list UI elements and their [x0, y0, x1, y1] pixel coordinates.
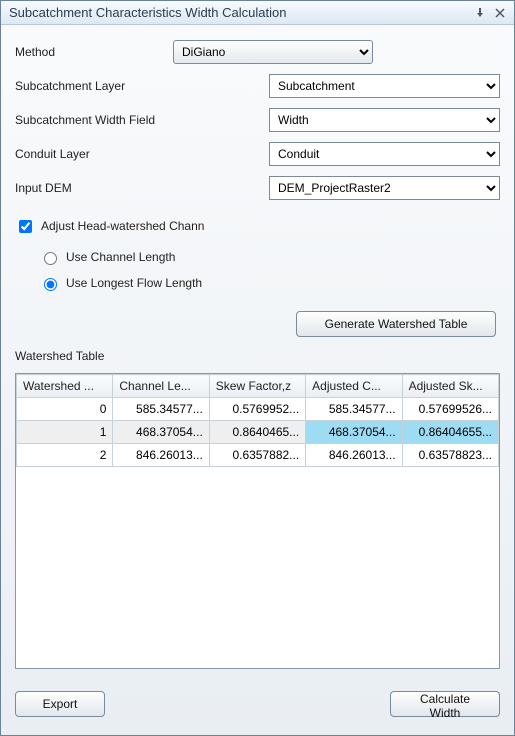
- subcatchment-width-field-combo[interactable]: Width: [269, 108, 500, 132]
- col-header[interactable]: Channel Le...: [113, 375, 209, 398]
- table-cell[interactable]: 0.5769952...: [209, 398, 305, 421]
- pin-icon[interactable]: [472, 5, 488, 21]
- use-longest-flow-length-label: Use Longest Flow Length: [66, 276, 202, 290]
- generate-watershed-table-button[interactable]: Generate Watershed Table: [296, 311, 496, 337]
- input-dem-label: Input DEM: [15, 181, 261, 195]
- col-header[interactable]: Skew Factor,z: [209, 375, 305, 398]
- watershed-table-label: Watershed Table: [15, 349, 500, 363]
- col-header[interactable]: Adjusted Sk...: [402, 375, 498, 398]
- length-mode-radio-group: Use Channel Length Use Longest Flow Leng…: [39, 249, 500, 291]
- method-label: Method: [15, 45, 165, 59]
- use-channel-length-row[interactable]: Use Channel Length: [39, 249, 500, 265]
- conduit-layer-label: Conduit Layer: [15, 147, 261, 161]
- table-cell[interactable]: 0.57699526...: [402, 398, 498, 421]
- table-cell[interactable]: 0: [17, 398, 113, 421]
- col-header[interactable]: Watershed ...: [17, 375, 113, 398]
- table-cell[interactable]: 468.37054...: [306, 421, 402, 444]
- table-cell[interactable]: 0.86404655...: [402, 421, 498, 444]
- use-longest-flow-length-radio[interactable]: [44, 278, 57, 291]
- table-cell[interactable]: 0.8640465...: [209, 421, 305, 444]
- table-row[interactable]: 1468.37054...0.8640465...468.37054...0.8…: [17, 421, 499, 444]
- adjust-head-checkbox[interactable]: [19, 220, 32, 233]
- table-cell[interactable]: 0.6357882...: [209, 444, 305, 467]
- calculate-width-button[interactable]: Calculate Width: [390, 691, 500, 717]
- table-cell[interactable]: 846.26013...: [113, 444, 209, 467]
- table-cell[interactable]: 846.26013...: [306, 444, 402, 467]
- content-area: Method DiGiano Subcatchment Layer Subcat…: [1, 25, 514, 735]
- table-cell[interactable]: 585.34577...: [113, 398, 209, 421]
- conduit-layer-combo[interactable]: Conduit: [269, 142, 500, 166]
- table-row[interactable]: 2846.26013...0.6357882...846.26013...0.6…: [17, 444, 499, 467]
- panel-window: Subcatchment Characteristics Width Calcu…: [0, 0, 515, 736]
- titlebar: Subcatchment Characteristics Width Calcu…: [1, 1, 514, 25]
- close-icon[interactable]: [492, 5, 508, 21]
- use-longest-flow-length-row[interactable]: Use Longest Flow Length: [39, 275, 500, 291]
- export-button[interactable]: Export: [15, 691, 105, 717]
- table-cell[interactable]: 0.63578823...: [402, 444, 498, 467]
- input-dem-combo[interactable]: DEM_ProjectRaster2: [269, 176, 500, 200]
- table-row[interactable]: 0585.34577...0.5769952...585.34577...0.5…: [17, 398, 499, 421]
- use-channel-length-label: Use Channel Length: [66, 250, 175, 264]
- table-cell[interactable]: 1: [17, 421, 113, 444]
- table-cell[interactable]: 2: [17, 444, 113, 467]
- subcatchment-width-field-label: Subcatchment Width Field: [15, 113, 261, 127]
- watershed-table[interactable]: Watershed ... Channel Le... Skew Factor,…: [16, 374, 499, 467]
- table-cell[interactable]: 468.37054...: [113, 421, 209, 444]
- subcatchment-layer-combo[interactable]: Subcatchment: [269, 74, 500, 98]
- table-header-row: Watershed ... Channel Le... Skew Factor,…: [17, 375, 499, 398]
- col-header[interactable]: Adjusted C...: [306, 375, 402, 398]
- method-combo[interactable]: DiGiano: [173, 40, 373, 64]
- watershed-table-container: Watershed ... Channel Le... Skew Factor,…: [15, 373, 500, 669]
- adjust-head-label[interactable]: Adjust Head-watershed Chann: [41, 219, 204, 233]
- table-cell[interactable]: 585.34577...: [306, 398, 402, 421]
- use-channel-length-radio[interactable]: [44, 252, 57, 265]
- subcatchment-layer-label: Subcatchment Layer: [15, 79, 261, 93]
- window-title: Subcatchment Characteristics Width Calcu…: [9, 5, 468, 20]
